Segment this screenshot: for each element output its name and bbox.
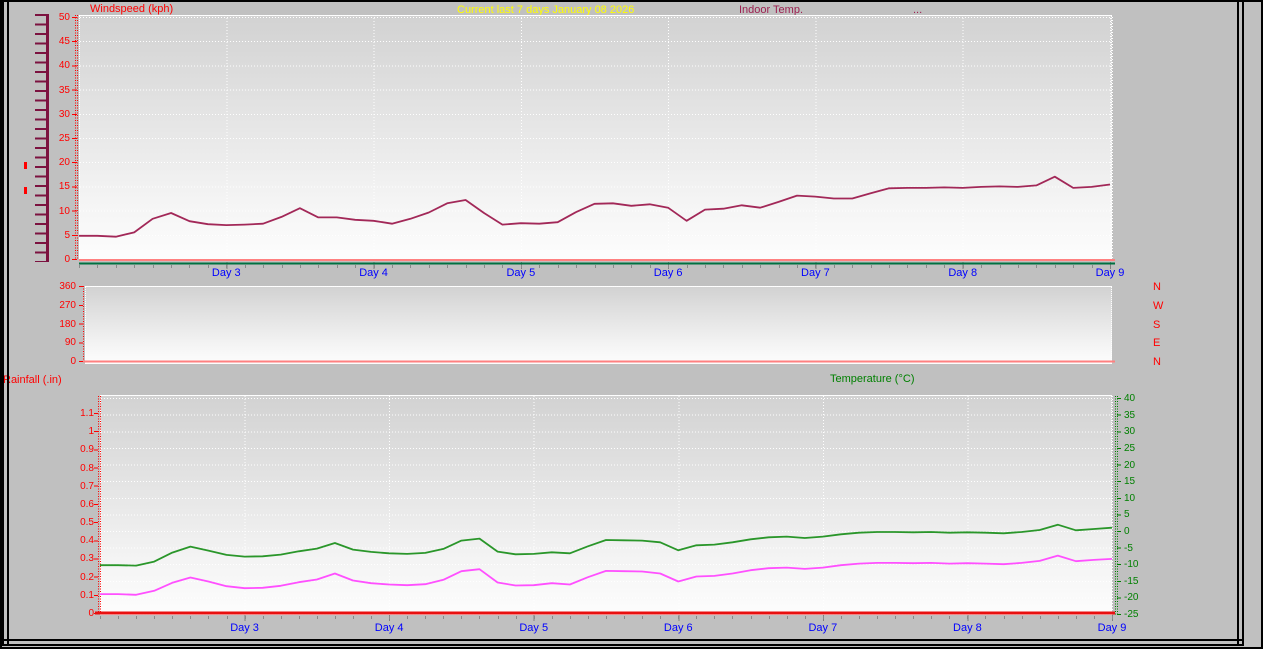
rainfall-ytick-label: 0.8 [80,462,94,474]
rainfall-ytick-label: 0.7 [80,480,94,492]
rainfall-temperature-xtick-label: Day 4 [374,622,404,634]
wind-direction-compass-label: N [1153,281,1161,293]
temperature-ytick-label: 20 [1124,459,1136,471]
temperature-ytick-label: 0 [1124,526,1130,537]
temperature-ytick-label: 25 [1124,442,1136,454]
temperature-ytick-label: -20 [1124,592,1139,604]
wind-direction-plot [85,286,1112,364]
temperature-ytick-label: 10 [1124,492,1136,504]
temperature-ytick-label: 40 [1124,393,1136,405]
temperature-ytick-label: -5 [1124,542,1133,554]
rainfall-temperature-xtick-label: Day 8 [953,622,982,634]
rainfall-ytick-label: 0.4 [80,535,94,547]
rainfall-ytick-label: 0.1 [80,589,94,601]
windspeed-scale-ruler [35,14,49,262]
rainfall-temperature-xtick-label: Day 7 [808,622,838,634]
wind-direction-compass-label: S [1153,318,1161,331]
windspeed-xtick-label: Day 8 [948,267,978,279]
windspeed-xtick-label: Day 6 [653,267,683,279]
rainfall-ytick-label: 0 [88,608,94,619]
wind-direction-compass-label: W [1153,299,1164,312]
windspeed-xtick-label: Day 9 [1095,267,1125,279]
windspeed-chart-title: Windspeed (kph) [90,3,174,15]
rainfall-temperature-plot [100,395,1112,615]
rainfall-temperature-xtick-label: Day 9 [1097,622,1127,634]
rainfall-temperature-xtick-label: Day 3 [230,622,259,634]
wind-direction-ytick-label: 180 [59,318,76,330]
rainfall-temperature-xtick-label: Day 5 [519,622,549,634]
temperature-ytick-label: -25 [1124,609,1139,621]
wind-direction-ytick-label: 360 [59,281,76,292]
rainfall-axis-title: Rainfall (.in) [3,374,62,386]
rainfall-ytick-label: 0.9 [80,444,94,456]
window-frame-right [1237,2,1244,645]
windspeed-xtick-label: Day 4 [359,267,388,279]
rainfall-temperature-xtick-label: Day 6 [663,622,693,634]
rainfall-ytick-label: 1.1 [80,408,94,420]
temperature-ytick-label: 5 [1124,509,1130,521]
rainfall-ytick-label: 1 [88,426,94,438]
windspeed-plot [79,15,1112,261]
ruler-marker [24,187,27,194]
temperature-ytick-label: -10 [1124,559,1139,571]
wind-direction-ytick-label: 0 [70,356,76,367]
windspeed-xtick-label: Day 3 [211,267,241,279]
rainfall-ytick-label: 0.2 [80,571,94,583]
rainfall-ytick-label: 0.6 [80,498,94,510]
window-frame-left [2,2,9,645]
rainfall-ytick-label: 0.3 [80,553,94,565]
wind-direction-compass-label: E [1153,337,1161,350]
temperature-ytick-label: 30 [1124,426,1136,438]
temperature-ytick-label: -15 [1124,575,1139,587]
weather-chart-window: Windspeed (kph) Current last 7 days Janu… [0,0,1263,649]
wind-direction-ytick-label: 270 [59,299,76,311]
wind-direction-ytick-label: 90 [64,337,76,349]
temperature-ytick-label: 15 [1124,476,1136,488]
rainfall-ytick-label: 0.5 [80,517,94,529]
window-frame-bottom [2,639,1244,646]
temperature-ytick-label: 35 [1124,409,1136,421]
windspeed-xtick-label: Day 7 [801,267,830,279]
temperature-chart-title: Temperature (°C) [830,373,915,385]
ruler-marker [24,162,27,169]
windspeed-xtick-label: Day 5 [506,267,536,279]
wind-direction-compass-label: N [1153,356,1161,368]
